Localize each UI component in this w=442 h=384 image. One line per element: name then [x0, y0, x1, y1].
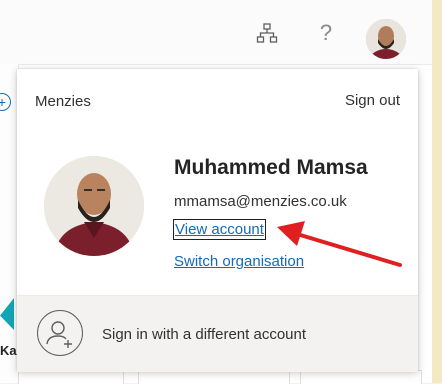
- view-account-link[interactable]: View account: [173, 219, 266, 240]
- user-email: mmamsa@menzies.co.uk: [174, 193, 347, 210]
- user-display-name: Muhammed Mamsa: [174, 156, 368, 179]
- top-bar: ?: [0, 0, 432, 65]
- org-chart-icon[interactable]: [252, 18, 282, 48]
- user-profile-photo: [44, 156, 144, 256]
- organisation-name: Menzies: [35, 93, 91, 110]
- background-tile: [18, 370, 124, 384]
- add-user-icon: [37, 310, 83, 356]
- window-edge: [432, 0, 442, 383]
- user-avatar-button[interactable]: [366, 19, 406, 59]
- sign-out-button[interactable]: Sign out: [345, 92, 400, 109]
- background-tile: [300, 370, 422, 384]
- switch-organisation-link[interactable]: Switch organisation: [174, 253, 304, 270]
- background-tile: [138, 370, 290, 384]
- help-icon[interactable]: ?: [311, 18, 341, 48]
- background-app-label: Ka: [0, 343, 17, 358]
- app-window: ? + Ka Menzies Sign out Muhammed Mamsa m…: [0, 0, 433, 384]
- sign-in-different-account-label: Sign in with a different account: [102, 326, 307, 343]
- sign-in-different-account-button[interactable]: Sign in with a different account: [17, 295, 418, 372]
- account-manager-panel: Menzies Sign out Muhammed Mamsa mmamsa@m…: [17, 69, 418, 372]
